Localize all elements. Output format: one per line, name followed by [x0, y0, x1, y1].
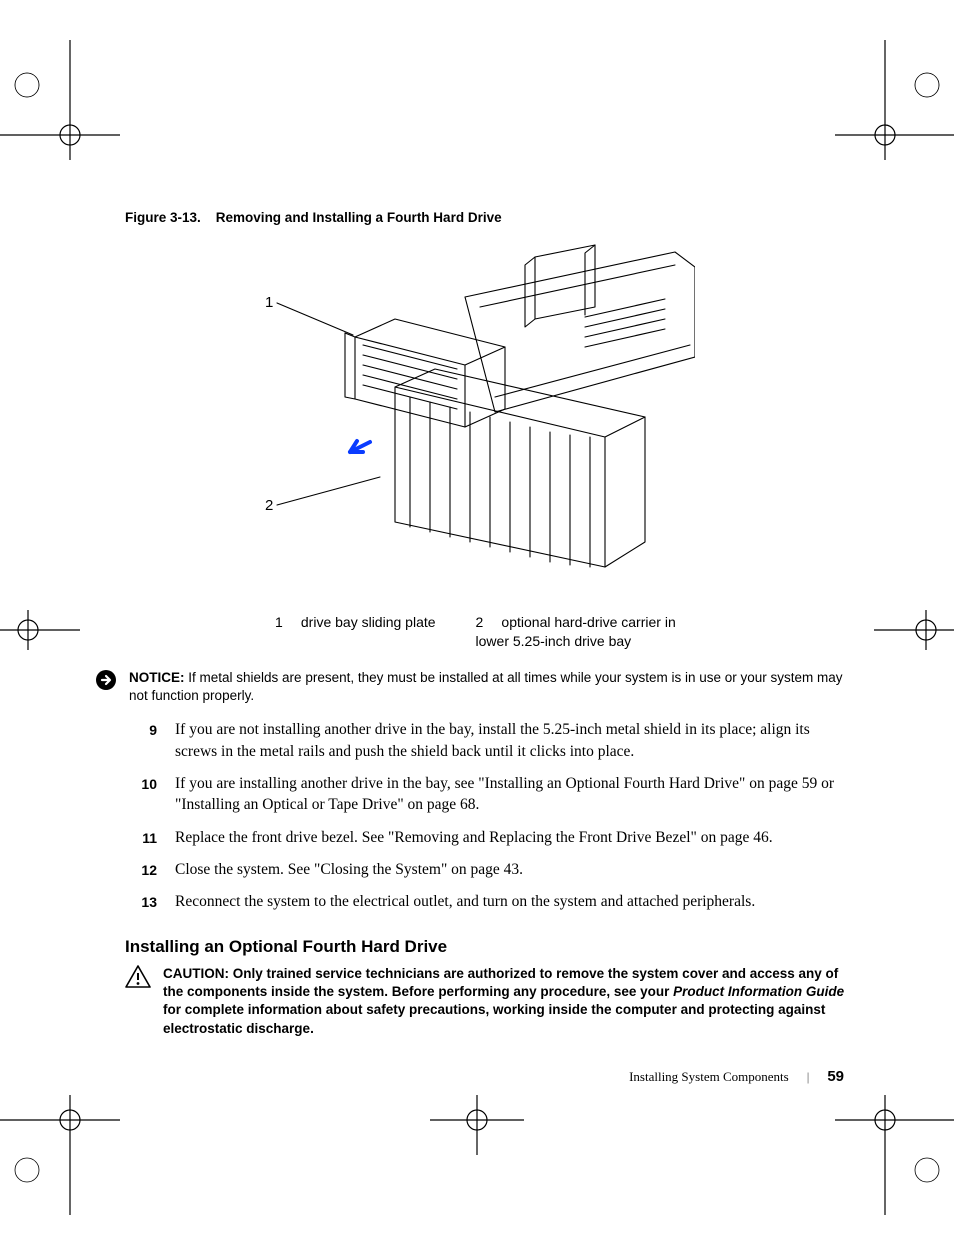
figure-number: Figure 3-13. [125, 210, 201, 225]
step-12: 12 Close the system. See "Closing the Sy… [125, 859, 850, 880]
callout-2: 2 [265, 497, 273, 514]
step-list: 9 If you are not installing another driv… [125, 719, 850, 913]
legend-text-1: drive bay sliding plate [301, 614, 436, 630]
figure-title: Removing and Installing a Fourth Hard Dr… [216, 210, 502, 225]
caution-pig: Product Information Guide [673, 984, 844, 999]
hard-drive-illustration: 1 2 [235, 237, 695, 597]
step-text: Replace the front drive bezel. See "Remo… [175, 829, 773, 846]
section-heading: Installing an Optional Fourth Hard Drive [125, 937, 850, 957]
figure-illustration: 1 2 [125, 247, 850, 597]
step-num: 9 [125, 721, 157, 740]
footer-page-number: 59 [827, 1068, 844, 1085]
caution: CAUTION: Only trained service technician… [125, 965, 850, 1038]
legend-num-1: 1 [275, 613, 297, 632]
page-footer: Installing System Components | 59 [629, 1068, 844, 1085]
caution-icon [125, 965, 151, 989]
notice-text: NOTICE: If metal shields are present, th… [129, 669, 850, 705]
callout-1: 1 [265, 294, 273, 311]
notice-label: NOTICE: [129, 670, 185, 685]
step-13: 13 Reconnect the system to the electrica… [125, 891, 850, 912]
step-10: 10 If you are installing another drive i… [125, 773, 850, 816]
step-text: If you are installing another drive in t… [175, 775, 834, 813]
caution-text: CAUTION: Only trained service technician… [163, 965, 850, 1038]
step-text: Close the system. See "Closing the Syste… [175, 861, 523, 878]
legend-text-2: optional hard-drive carrier in lower 5.2… [476, 614, 676, 649]
step-9: 9 If you are not installing another driv… [125, 719, 850, 762]
caution-label: CAUTION: [163, 966, 229, 981]
figure-caption: Figure 3-13. Removing and Installing a F… [125, 210, 850, 225]
step-num: 10 [125, 775, 157, 794]
notice-body: If metal shields are present, they must … [129, 670, 843, 703]
notice-icon [95, 669, 117, 691]
legend-item-2: 2 optional hard-drive carrier in lower 5… [476, 613, 706, 651]
footer-section: Installing System Components [629, 1069, 789, 1085]
step-text: Reconnect the system to the electrical o… [175, 893, 755, 910]
step-num: 12 [125, 861, 157, 880]
registration-marks-bottom [0, 1075, 954, 1215]
notice: NOTICE: If metal shields are present, th… [95, 669, 850, 705]
registration-marks-top [0, 40, 954, 170]
step-11: 11 Replace the front drive bezel. See "R… [125, 827, 850, 848]
caution-after: for complete information about safety pr… [163, 1002, 825, 1035]
step-num: 13 [125, 893, 157, 912]
step-num: 11 [125, 829, 157, 848]
figure-legend: 1 drive bay sliding plate 2 optional har… [275, 613, 850, 651]
page-content: Figure 3-13. Removing and Installing a F… [125, 210, 850, 1038]
legend-num-2: 2 [476, 613, 498, 632]
legend-item-1: 1 drive bay sliding plate [275, 613, 436, 651]
footer-separator: | [807, 1069, 810, 1085]
step-text: If you are not installing another drive … [175, 721, 810, 759]
